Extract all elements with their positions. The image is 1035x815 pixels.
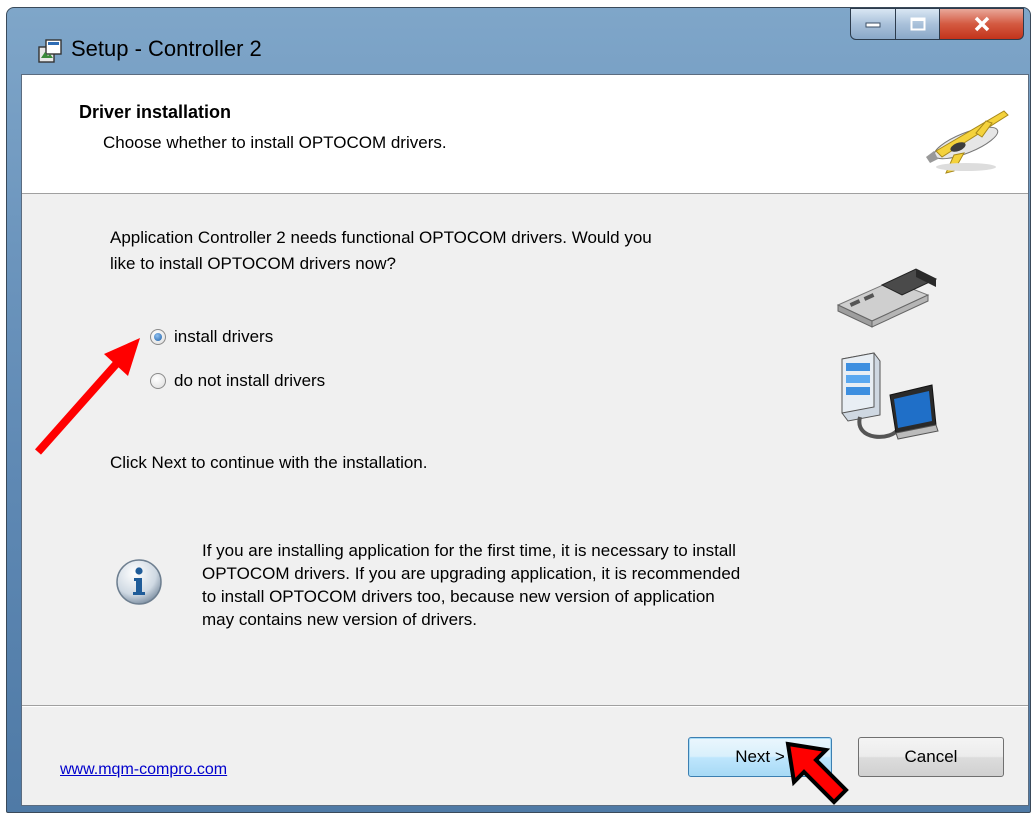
info-icon — [116, 559, 162, 605]
window-title: Setup - Controller 2 — [71, 36, 262, 61]
info-line-2: OPTOCOM drivers. If you are upgrading ap… — [202, 564, 741, 583]
footer-divider — [22, 705, 1028, 707]
close-button[interactable] — [940, 8, 1024, 40]
usb-cable-icon — [836, 268, 938, 328]
computer-network-icon — [841, 352, 939, 440]
info-message: If you are installing application for th… — [202, 539, 882, 631]
radio-do-not-install-drivers[interactable]: do not install drivers — [150, 371, 325, 391]
question-line-2: like to install OPTOCOM drivers now? — [110, 254, 396, 273]
radio-button-unselected[interactable] — [150, 373, 166, 389]
radio-install-drivers[interactable]: install drivers — [150, 327, 273, 347]
website-link[interactable]: www.mqm-compro.com — [60, 761, 227, 779]
next-button[interactable]: Next > — [688, 737, 832, 777]
maximize-button[interactable] — [896, 8, 940, 40]
wizard-header: Driver installation Choose whether to in… — [22, 75, 1028, 194]
maximize-icon — [910, 17, 925, 31]
airplane-icon — [926, 110, 1009, 174]
radio-button-selected[interactable] — [150, 329, 166, 345]
close-icon — [974, 16, 989, 32]
radio-do-not-install-label: do not install drivers — [174, 371, 326, 390]
radio-install-label: install drivers — [174, 327, 274, 346]
title-bar[interactable]: Setup - Controller 2 — [7, 8, 1030, 82]
info-line-4: may contains new version of drivers. — [202, 610, 477, 629]
page-title: Driver installation — [79, 102, 232, 122]
continue-instruction: Click Next to continue with the installa… — [110, 453, 428, 472]
question-text: Application Controller 2 needs functiona… — [110, 225, 810, 277]
info-line-1: If you are installing application for th… — [202, 541, 736, 560]
info-line-3: to install OPTOCOM drivers too, because … — [202, 587, 715, 606]
question-line-1: Application Controller 2 needs functiona… — [110, 228, 652, 247]
wizard-client-area: Driver installation Choose whether to in… — [21, 74, 1029, 806]
minimize-icon — [865, 22, 881, 28]
page-subtitle: Choose whether to install OPTOCOM driver… — [103, 133, 447, 152]
setup-app-icon — [38, 39, 62, 63]
caption-buttons — [850, 8, 1024, 42]
minimize-button[interactable] — [850, 8, 896, 40]
cancel-button[interactable]: Cancel — [858, 737, 1004, 777]
